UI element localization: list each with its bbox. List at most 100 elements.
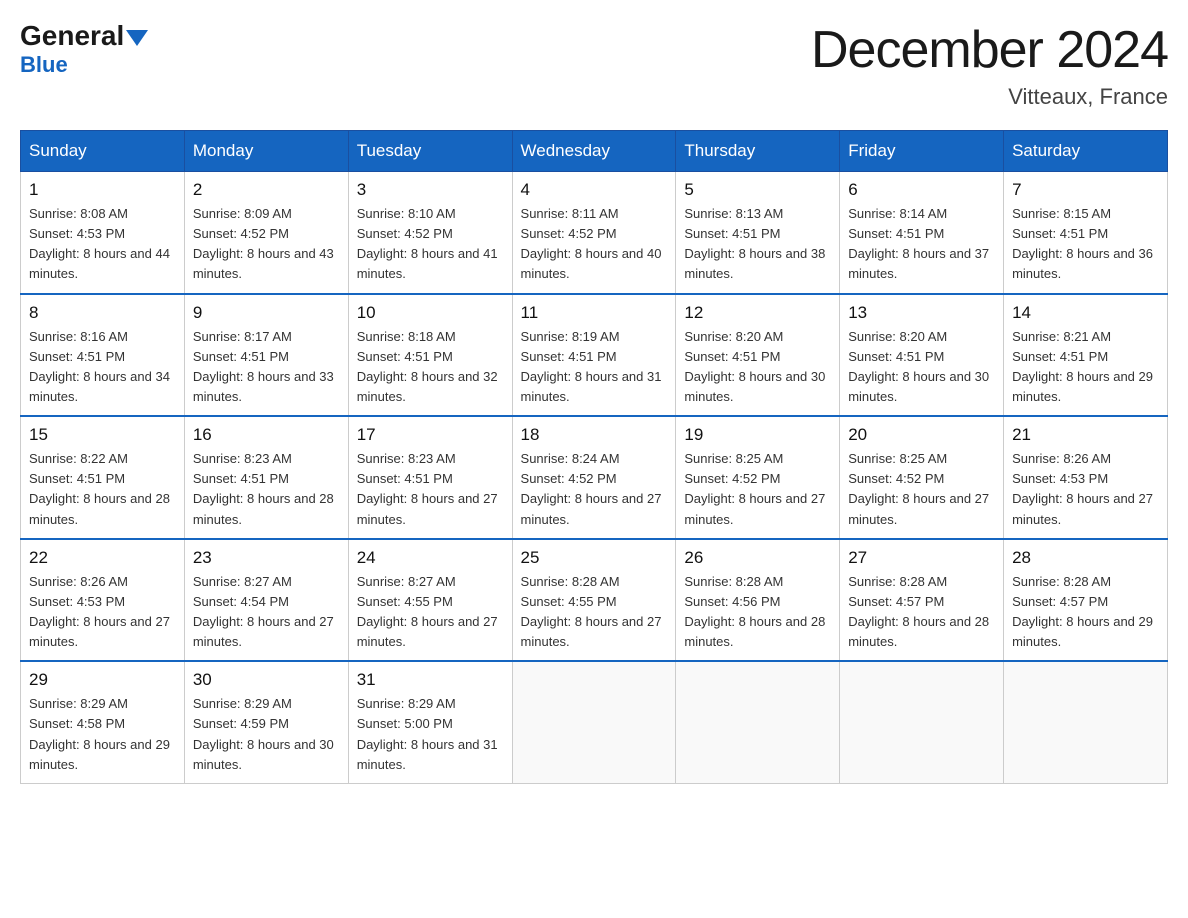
calendar-week-row: 1 Sunrise: 8:08 AM Sunset: 4:53 PM Dayli… (21, 172, 1168, 294)
calendar-table: SundayMondayTuesdayWednesdayThursdayFrid… (20, 130, 1168, 784)
calendar-day-cell: 14 Sunrise: 8:21 AM Sunset: 4:51 PM Dayl… (1004, 294, 1168, 417)
day-number: 11 (521, 303, 668, 323)
day-info: Sunrise: 8:17 AM Sunset: 4:51 PM Dayligh… (193, 327, 340, 408)
title-block: December 2024 Vitteaux, France (811, 20, 1168, 110)
day-info: Sunrise: 8:08 AM Sunset: 4:53 PM Dayligh… (29, 204, 176, 285)
day-number: 3 (357, 180, 504, 200)
calendar-day-cell: 23 Sunrise: 8:27 AM Sunset: 4:54 PM Dayl… (184, 539, 348, 662)
day-number: 26 (684, 548, 831, 568)
calendar-day-cell: 2 Sunrise: 8:09 AM Sunset: 4:52 PM Dayli… (184, 172, 348, 294)
day-number: 10 (357, 303, 504, 323)
day-info: Sunrise: 8:13 AM Sunset: 4:51 PM Dayligh… (684, 204, 831, 285)
day-info: Sunrise: 8:28 AM Sunset: 4:57 PM Dayligh… (1012, 572, 1159, 653)
day-number: 14 (1012, 303, 1159, 323)
day-info: Sunrise: 8:15 AM Sunset: 4:51 PM Dayligh… (1012, 204, 1159, 285)
day-number: 31 (357, 670, 504, 690)
weekday-header-monday: Monday (184, 131, 348, 172)
day-info: Sunrise: 8:22 AM Sunset: 4:51 PM Dayligh… (29, 449, 176, 530)
day-number: 6 (848, 180, 995, 200)
day-info: Sunrise: 8:28 AM Sunset: 4:55 PM Dayligh… (521, 572, 668, 653)
day-info: Sunrise: 8:26 AM Sunset: 4:53 PM Dayligh… (29, 572, 176, 653)
day-info: Sunrise: 8:11 AM Sunset: 4:52 PM Dayligh… (521, 204, 668, 285)
calendar-day-cell (512, 661, 676, 783)
calendar-week-row: 29 Sunrise: 8:29 AM Sunset: 4:58 PM Dayl… (21, 661, 1168, 783)
day-number: 4 (521, 180, 668, 200)
calendar-day-cell: 28 Sunrise: 8:28 AM Sunset: 4:57 PM Dayl… (1004, 539, 1168, 662)
logo-triangle-icon (126, 28, 148, 48)
calendar-day-cell: 30 Sunrise: 8:29 AM Sunset: 4:59 PM Dayl… (184, 661, 348, 783)
calendar-day-cell: 17 Sunrise: 8:23 AM Sunset: 4:51 PM Dayl… (348, 416, 512, 539)
day-number: 7 (1012, 180, 1159, 200)
calendar-day-cell: 20 Sunrise: 8:25 AM Sunset: 4:52 PM Dayl… (840, 416, 1004, 539)
day-info: Sunrise: 8:25 AM Sunset: 4:52 PM Dayligh… (684, 449, 831, 530)
day-info: Sunrise: 8:29 AM Sunset: 4:58 PM Dayligh… (29, 694, 176, 775)
day-info: Sunrise: 8:28 AM Sunset: 4:56 PM Dayligh… (684, 572, 831, 653)
day-number: 21 (1012, 425, 1159, 445)
weekday-header-tuesday: Tuesday (348, 131, 512, 172)
day-number: 27 (848, 548, 995, 568)
calendar-day-cell: 3 Sunrise: 8:10 AM Sunset: 4:52 PM Dayli… (348, 172, 512, 294)
day-info: Sunrise: 8:27 AM Sunset: 4:55 PM Dayligh… (357, 572, 504, 653)
day-info: Sunrise: 8:19 AM Sunset: 4:51 PM Dayligh… (521, 327, 668, 408)
day-number: 30 (193, 670, 340, 690)
calendar-day-cell: 27 Sunrise: 8:28 AM Sunset: 4:57 PM Dayl… (840, 539, 1004, 662)
day-info: Sunrise: 8:20 AM Sunset: 4:51 PM Dayligh… (684, 327, 831, 408)
day-number: 13 (848, 303, 995, 323)
calendar-day-cell: 29 Sunrise: 8:29 AM Sunset: 4:58 PM Dayl… (21, 661, 185, 783)
calendar-day-cell: 31 Sunrise: 8:29 AM Sunset: 5:00 PM Dayl… (348, 661, 512, 783)
calendar-week-row: 15 Sunrise: 8:22 AM Sunset: 4:51 PM Dayl… (21, 416, 1168, 539)
calendar-day-cell: 11 Sunrise: 8:19 AM Sunset: 4:51 PM Dayl… (512, 294, 676, 417)
day-number: 29 (29, 670, 176, 690)
day-info: Sunrise: 8:14 AM Sunset: 4:51 PM Dayligh… (848, 204, 995, 285)
page-header: General Blue December 2024 Vitteaux, Fra… (20, 20, 1168, 110)
day-number: 28 (1012, 548, 1159, 568)
calendar-week-row: 8 Sunrise: 8:16 AM Sunset: 4:51 PM Dayli… (21, 294, 1168, 417)
day-number: 8 (29, 303, 176, 323)
calendar-day-cell: 25 Sunrise: 8:28 AM Sunset: 4:55 PM Dayl… (512, 539, 676, 662)
day-number: 18 (521, 425, 668, 445)
calendar-day-cell: 16 Sunrise: 8:23 AM Sunset: 4:51 PM Dayl… (184, 416, 348, 539)
calendar-day-cell: 13 Sunrise: 8:20 AM Sunset: 4:51 PM Dayl… (840, 294, 1004, 417)
day-info: Sunrise: 8:10 AM Sunset: 4:52 PM Dayligh… (357, 204, 504, 285)
day-number: 1 (29, 180, 176, 200)
day-info: Sunrise: 8:29 AM Sunset: 5:00 PM Dayligh… (357, 694, 504, 775)
logo-blue: Blue (20, 52, 68, 77)
day-info: Sunrise: 8:24 AM Sunset: 4:52 PM Dayligh… (521, 449, 668, 530)
day-number: 24 (357, 548, 504, 568)
day-number: 9 (193, 303, 340, 323)
calendar-day-cell: 10 Sunrise: 8:18 AM Sunset: 4:51 PM Dayl… (348, 294, 512, 417)
calendar-day-cell: 24 Sunrise: 8:27 AM Sunset: 4:55 PM Dayl… (348, 539, 512, 662)
day-number: 25 (521, 548, 668, 568)
day-number: 15 (29, 425, 176, 445)
day-info: Sunrise: 8:20 AM Sunset: 4:51 PM Dayligh… (848, 327, 995, 408)
calendar-day-cell: 26 Sunrise: 8:28 AM Sunset: 4:56 PM Dayl… (676, 539, 840, 662)
calendar-day-cell (840, 661, 1004, 783)
day-info: Sunrise: 8:23 AM Sunset: 4:51 PM Dayligh… (357, 449, 504, 530)
day-info: Sunrise: 8:21 AM Sunset: 4:51 PM Dayligh… (1012, 327, 1159, 408)
logo-general: General (20, 20, 124, 52)
calendar-day-cell (1004, 661, 1168, 783)
calendar-day-cell (676, 661, 840, 783)
weekday-header-thursday: Thursday (676, 131, 840, 172)
weekday-header-friday: Friday (840, 131, 1004, 172)
day-number: 2 (193, 180, 340, 200)
calendar-day-cell: 22 Sunrise: 8:26 AM Sunset: 4:53 PM Dayl… (21, 539, 185, 662)
calendar-day-cell: 12 Sunrise: 8:20 AM Sunset: 4:51 PM Dayl… (676, 294, 840, 417)
day-number: 23 (193, 548, 340, 568)
day-number: 19 (684, 425, 831, 445)
weekday-header-row: SundayMondayTuesdayWednesdayThursdayFrid… (21, 131, 1168, 172)
calendar-day-cell: 6 Sunrise: 8:14 AM Sunset: 4:51 PM Dayli… (840, 172, 1004, 294)
day-info: Sunrise: 8:18 AM Sunset: 4:51 PM Dayligh… (357, 327, 504, 408)
calendar-week-row: 22 Sunrise: 8:26 AM Sunset: 4:53 PM Dayl… (21, 539, 1168, 662)
day-number: 22 (29, 548, 176, 568)
calendar-day-cell: 7 Sunrise: 8:15 AM Sunset: 4:51 PM Dayli… (1004, 172, 1168, 294)
day-info: Sunrise: 8:26 AM Sunset: 4:53 PM Dayligh… (1012, 449, 1159, 530)
day-info: Sunrise: 8:28 AM Sunset: 4:57 PM Dayligh… (848, 572, 995, 653)
day-number: 17 (357, 425, 504, 445)
calendar-day-cell: 1 Sunrise: 8:08 AM Sunset: 4:53 PM Dayli… (21, 172, 185, 294)
calendar-day-cell: 15 Sunrise: 8:22 AM Sunset: 4:51 PM Dayl… (21, 416, 185, 539)
calendar-day-cell: 8 Sunrise: 8:16 AM Sunset: 4:51 PM Dayli… (21, 294, 185, 417)
day-info: Sunrise: 8:27 AM Sunset: 4:54 PM Dayligh… (193, 572, 340, 653)
logo: General Blue (20, 20, 148, 78)
calendar-day-cell: 21 Sunrise: 8:26 AM Sunset: 4:53 PM Dayl… (1004, 416, 1168, 539)
